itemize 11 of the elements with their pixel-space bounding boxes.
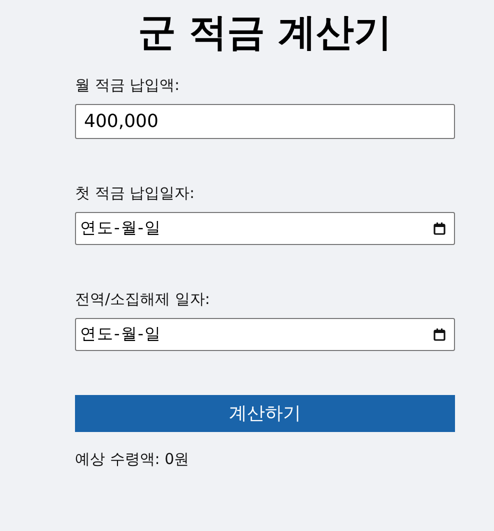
date-field[interactable]: 연도-월-일 [75, 318, 455, 351]
field-label: 월 적금 납입액: [75, 76, 181, 95]
page-title: 군 적금 계산기 [136, 12, 394, 54]
date-field[interactable]: 연도-월-일 [75, 212, 455, 245]
calculate-button[interactable]: 계산하기 [75, 394, 455, 432]
calendar-icon[interactable] [433, 328, 446, 341]
result-text: 예상 수령액: 0원 [75, 450, 190, 469]
field-label: 전역/소집해제 일자: [75, 290, 211, 309]
field-label: 첫 적금 납입일자: [75, 184, 196, 203]
calendar-icon[interactable] [433, 222, 446, 235]
amount-field[interactable]: 400,000 [75, 104, 455, 139]
